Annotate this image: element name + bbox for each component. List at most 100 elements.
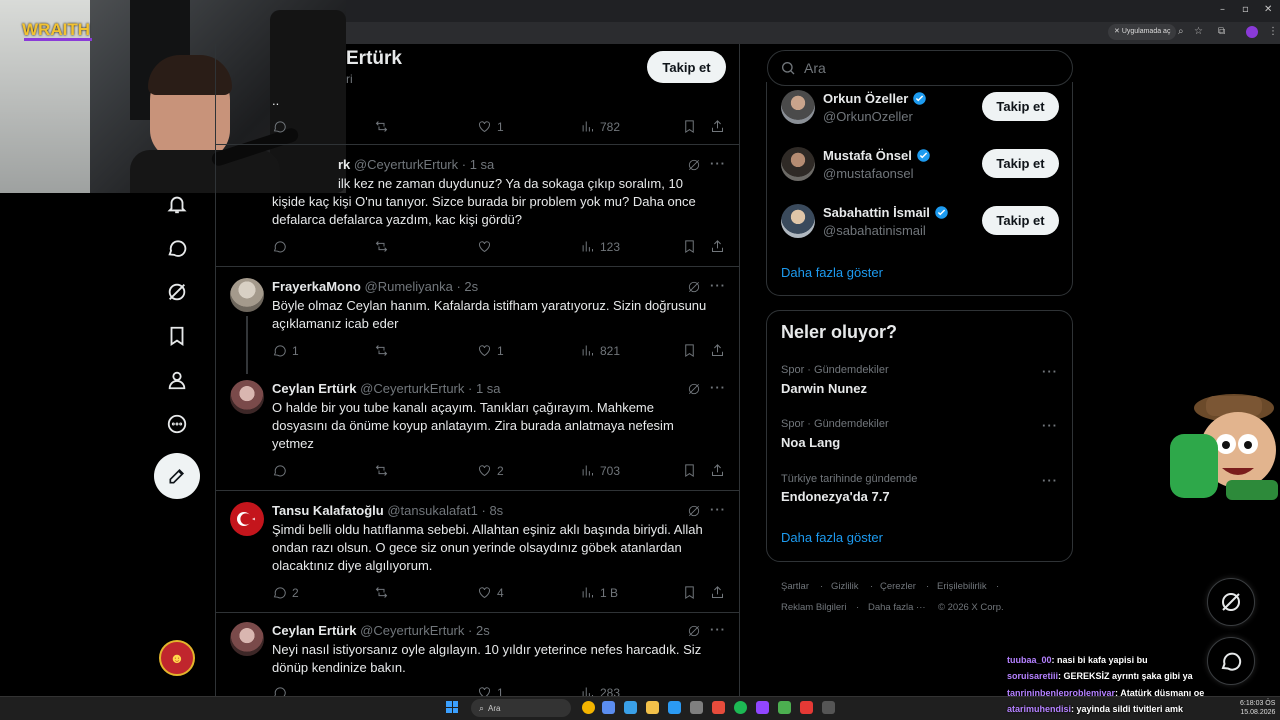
tweet-time[interactable]: 2s [464,279,478,294]
grok-explain-icon[interactable] [687,280,701,294]
app-icon[interactable] [690,701,703,714]
open-in-app-chip[interactable]: ✕ Uygulamada aç [1108,24,1177,40]
tweet-more-icon[interactable]: ··· [710,156,726,171]
tweet-author-handle[interactable]: @Rumeliyanka [365,279,453,294]
tweet-author-name[interactable]: rk [338,157,350,172]
file-explorer-icon[interactable] [646,701,659,714]
views-button[interactable]: 703 [580,463,620,478]
trend-more-icon[interactable]: ··· [1042,418,1058,433]
app-icon[interactable] [668,701,681,714]
views-button[interactable]: 1 B [580,585,618,600]
app-icon[interactable] [778,701,791,714]
more-options-icon[interactable] [163,410,191,438]
footer-privacy-link[interactable]: Gizlilik [831,581,858,592]
like-button[interactable] [477,239,492,254]
like-button[interactable]: 2 [477,463,504,478]
bookmark-star-icon[interactable]: ☆ [1194,26,1203,37]
minimize-icon[interactable]: – [1220,4,1225,15]
footer-terms-link[interactable]: Şartlar [781,581,809,592]
menu-kebab-icon[interactable]: ⋮ [1268,26,1278,37]
trend-item[interactable]: Noa Lang [781,435,840,450]
retweet-button[interactable] [374,463,389,478]
grok-explain-icon[interactable] [687,624,701,638]
tweet-more-icon[interactable]: ··· [710,622,726,637]
messages-floating-button[interactable] [1207,637,1255,685]
tweet-author-handle[interactable]: @CeyerturkErturk [354,157,458,172]
footer-more-link[interactable]: Daha fazla ··· [868,602,926,613]
views-button[interactable]: 123 [580,239,620,254]
like-button[interactable]: 1 [477,343,504,358]
trend-more-icon[interactable]: ··· [1042,364,1058,379]
tweet-more-icon[interactable]: ··· [710,502,726,517]
retweet-button[interactable] [374,119,389,134]
tweet-time[interactable]: 1 sa [476,381,501,396]
reply-button[interactable]: 2 [272,585,299,600]
retweet-button[interactable] [374,239,389,254]
windows-start-icon[interactable] [446,701,458,713]
tweet-avatar[interactable] [230,380,264,414]
footer-ads-link[interactable]: Reklam Bilgileri [781,602,846,613]
tweet-author-name[interactable]: Tansu Kalafatoğlu [272,503,384,518]
grok-icon[interactable] [163,278,191,306]
share-button[interactable] [710,343,725,358]
footer-accessibility-link[interactable]: Erişilebilirlik [937,581,987,592]
compose-post-button[interactable] [154,453,200,499]
suggested-user-name[interactable]: Mustafa Önsel [823,148,931,163]
profile-person-icon[interactable] [163,366,191,394]
tweet-author-name[interactable]: FrayerkaMono [272,279,361,294]
app-icon[interactable] [800,701,813,714]
suggested-user-name[interactable]: Orkun Özeller [823,91,927,106]
search-input[interactable]: Ara [767,50,1073,86]
share-button[interactable] [710,463,725,478]
app-icon[interactable] [822,701,835,714]
tweet-time[interactable]: 2s [476,623,490,638]
app-icon[interactable] [624,701,637,714]
tweet-avatar[interactable] [230,622,264,656]
follow-button[interactable]: Takip et [982,149,1059,178]
share-button[interactable] [710,585,725,600]
grok-explain-icon[interactable] [687,158,701,172]
tweet-time[interactable]: 8s [489,503,503,518]
tweet-avatar-flag[interactable] [230,502,264,536]
trends-show-more-link[interactable]: Daha fazla göster [781,530,883,545]
app-icon[interactable] [712,701,725,714]
views-button[interactable]: 782 [580,119,620,134]
bookmark-button[interactable] [682,463,697,478]
bookmarks-icon[interactable] [163,322,191,350]
tweet-avatar[interactable] [230,278,264,312]
suggested-user-avatar[interactable] [781,147,815,181]
follow-button[interactable]: Takip et [982,206,1059,235]
messages-icon[interactable] [163,234,191,262]
header-follow-button[interactable]: Takip et [647,51,726,83]
share-button[interactable] [710,239,725,254]
reply-button[interactable] [272,119,287,134]
grok-floating-button[interactable] [1207,578,1255,626]
tweet-author-handle[interactable]: @tansukalafat1 [387,503,478,518]
follow-button[interactable]: Takip et [982,92,1059,121]
footer-cookies-link[interactable]: Çerezler [880,581,916,592]
tweet-time[interactable]: 1 sa [470,157,495,172]
tweet-author-handle[interactable]: @CeyerturkErturk [360,381,464,396]
trend-more-icon[interactable]: ··· [1042,473,1058,488]
like-button[interactable]: 4 [477,585,504,600]
trend-item[interactable]: Endonezya'da 7.7 [781,489,890,504]
taskbar-search-input[interactable]: ⌕ Ara [471,699,571,717]
profile-icon[interactable] [1246,26,1258,38]
views-button[interactable]: 821 [580,343,620,358]
grok-explain-icon[interactable] [687,382,701,396]
bookmark-button[interactable] [682,585,697,600]
tweet-author-name[interactable]: Ceylan Ertürk [272,381,357,396]
bookmark-button[interactable] [682,343,697,358]
retweet-button[interactable] [374,343,389,358]
trend-item[interactable]: Darwin Nunez [781,381,867,396]
reply-button[interactable]: 1 [272,343,299,358]
like-button[interactable]: 1 [477,119,504,134]
zoom-icon[interactable]: ⌕ [1178,26,1184,37]
taskbar-clock[interactable]: 6:18:03 ÖS 15.08.2026 [1240,699,1275,717]
suggested-user-avatar[interactable] [781,204,815,238]
account-avatar[interactable]: ☻ [159,640,195,676]
chrome-app-icon[interactable] [582,701,595,714]
bookmark-button[interactable] [682,239,697,254]
who-to-follow-show-more-link[interactable]: Daha fazla göster [781,265,883,280]
tweet-more-icon[interactable]: ··· [710,278,726,293]
